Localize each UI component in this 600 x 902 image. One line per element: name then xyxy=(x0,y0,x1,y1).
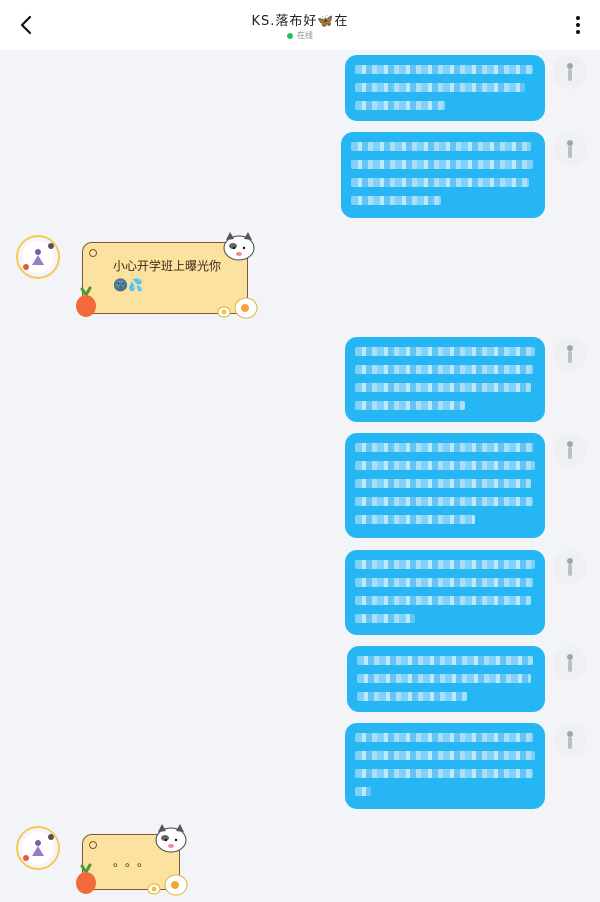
sent-message-bubble[interactable] xyxy=(347,646,545,712)
received-message-text: 小心开学班上曝光你🌚💦 xyxy=(113,259,222,292)
online-dot-icon xyxy=(287,32,293,39)
sent-message-bubble[interactable] xyxy=(341,132,545,218)
carrot-icon xyxy=(76,863,96,894)
cat-sticker-icon xyxy=(155,824,187,853)
my-avatar[interactable] xyxy=(553,646,587,680)
dancer-figure-icon xyxy=(22,241,54,273)
person-figure-icon xyxy=(567,441,573,459)
sent-message-bubble[interactable] xyxy=(345,723,545,809)
online-status-label: 在线 xyxy=(297,31,313,40)
pin-icon xyxy=(89,841,97,849)
sent-message-bubble[interactable] xyxy=(345,550,545,635)
chat-header: KS.落布好🦋在 在线 xyxy=(0,0,600,50)
person-figure-icon xyxy=(567,654,573,672)
fried-egg-icon xyxy=(217,297,258,319)
sent-message-bubble[interactable] xyxy=(345,55,545,121)
more-vertical-icon xyxy=(576,16,580,34)
fried-egg-icon xyxy=(147,874,188,896)
person-figure-icon xyxy=(567,558,573,576)
back-button[interactable] xyxy=(14,12,40,38)
cat-sticker-icon xyxy=(223,232,255,261)
my-avatar[interactable] xyxy=(553,337,587,371)
person-figure-icon xyxy=(567,345,573,363)
contact-avatar[interactable] xyxy=(16,826,60,870)
online-status: 在线 xyxy=(200,30,400,41)
my-avatar[interactable] xyxy=(553,55,587,89)
pin-icon xyxy=(89,249,97,257)
person-figure-icon xyxy=(567,731,573,749)
sent-message-bubble[interactable] xyxy=(345,337,545,422)
my-avatar[interactable] xyxy=(553,132,587,166)
chat-title: KS.落布好🦋在 xyxy=(251,14,349,29)
more-options-button[interactable] xyxy=(568,12,588,38)
dancer-figure-icon xyxy=(22,832,54,864)
my-avatar[interactable] xyxy=(553,550,587,584)
sent-message-bubble[interactable] xyxy=(345,433,545,538)
my-avatar[interactable] xyxy=(553,723,587,757)
my-avatar[interactable] xyxy=(553,433,587,467)
chevron-left-icon xyxy=(20,15,32,35)
carrot-icon xyxy=(76,286,96,317)
contact-avatar[interactable] xyxy=(16,235,60,279)
person-figure-icon xyxy=(567,63,573,81)
person-figure-icon xyxy=(567,140,573,158)
